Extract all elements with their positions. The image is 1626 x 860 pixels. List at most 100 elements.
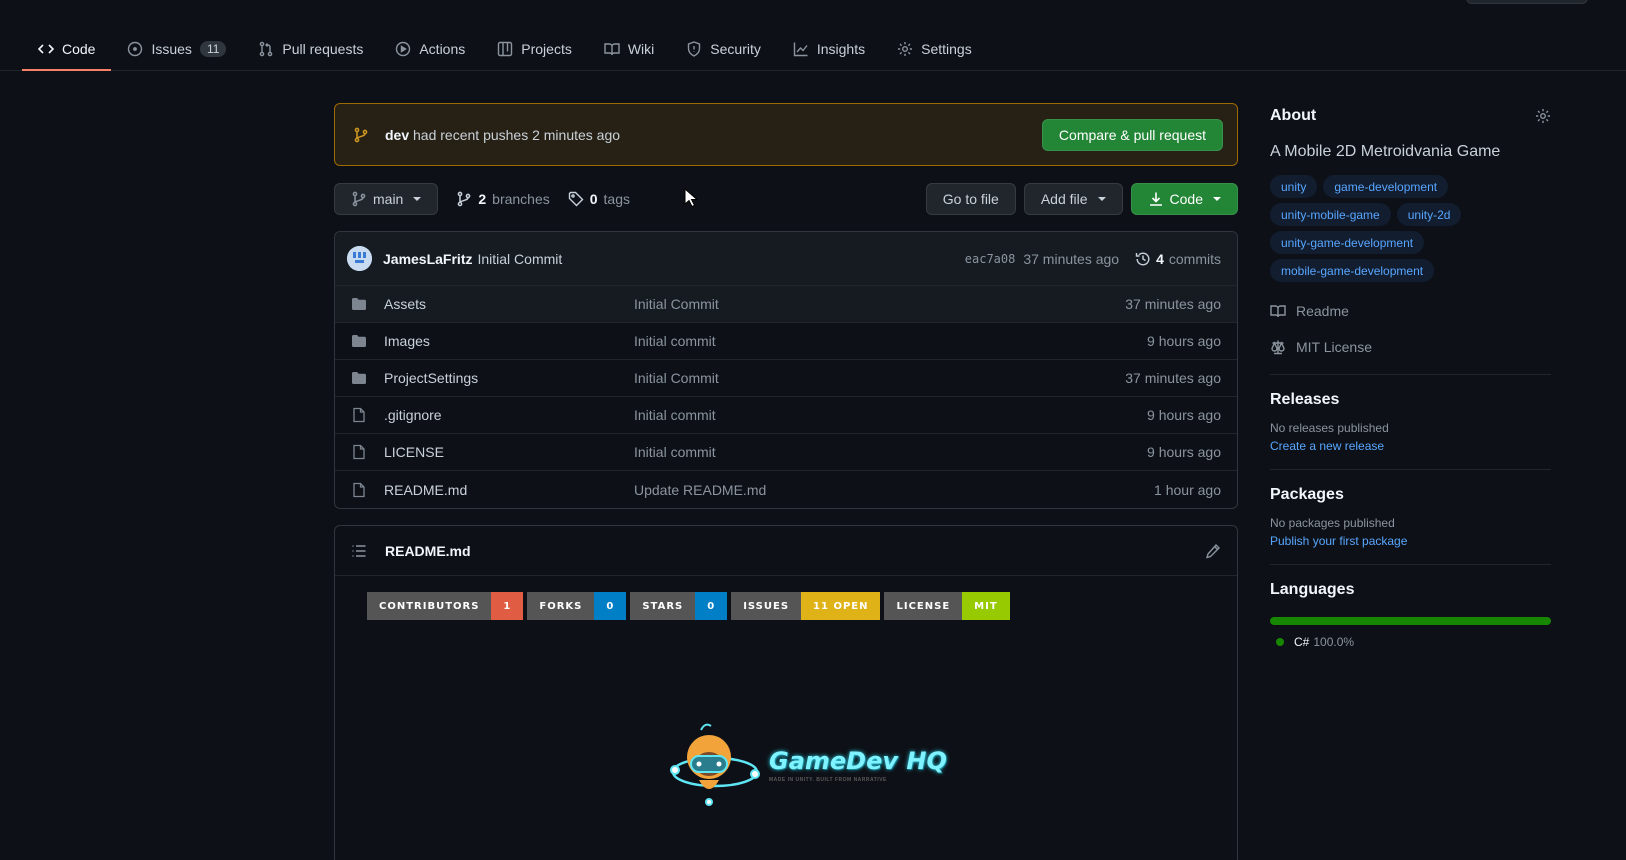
badge-contributors[interactable]: CONTRIBUTORS 1 xyxy=(367,592,524,620)
topic-tag[interactable]: unity-mobile-game xyxy=(1270,203,1391,226)
tab-actions[interactable]: Actions xyxy=(379,28,481,70)
badge-value: 11 OPEN xyxy=(801,592,881,620)
topic-tag[interactable]: unity-2d xyxy=(1396,203,1462,226)
file-age: 9 hours ago xyxy=(1147,333,1221,349)
avatar[interactable] xyxy=(347,246,372,271)
readme-header: README.md xyxy=(335,526,1237,576)
pencil-icon[interactable] xyxy=(1205,543,1221,559)
file-row[interactable]: Images Initial commit 9 hours ago xyxy=(335,323,1237,360)
book-icon xyxy=(1270,303,1286,319)
push-message: dev had recent pushes 2 minutes ago xyxy=(385,127,620,143)
file-name[interactable]: README.md xyxy=(384,482,634,498)
add-file-button[interactable]: Add file xyxy=(1023,183,1123,215)
file-icon xyxy=(351,444,367,460)
tab-wiki[interactable]: Wiki xyxy=(588,28,670,70)
repo-nav: Code Issues 11 Pull requests Actions Pro… xyxy=(0,28,1626,71)
file-name[interactable]: Assets xyxy=(384,296,634,312)
language-item[interactable]: C# 100.0% xyxy=(1276,635,1551,649)
file-age: 37 minutes ago xyxy=(1125,296,1221,312)
code-dropdown-button[interactable]: Code xyxy=(1130,183,1238,215)
book-icon xyxy=(604,41,620,57)
law-icon xyxy=(1270,339,1286,355)
tab-label: Issues xyxy=(151,41,192,57)
tab-pull-requests[interactable]: Pull requests xyxy=(242,28,379,70)
badge-issues[interactable]: ISSUES 11 OPEN xyxy=(731,592,881,620)
commits-link[interactable]: 4 commits xyxy=(1135,251,1221,267)
folder-icon xyxy=(351,370,367,386)
tags-link[interactable]: 0 tags xyxy=(568,191,630,207)
topic-tag[interactable]: unity xyxy=(1270,175,1318,198)
topic-tag[interactable]: game-development xyxy=(1323,175,1449,198)
list-icon[interactable] xyxy=(351,543,367,559)
badge-key: STARS xyxy=(630,592,696,620)
badge-stars[interactable]: STARS 0 xyxy=(630,592,728,620)
tab-label: Insights xyxy=(816,41,866,57)
license-link[interactable]: MIT License xyxy=(1270,336,1551,358)
readme-panel: README.md CONTRIBUTORS 1 FORKS 0 STARS 0… xyxy=(334,525,1238,860)
topic-tag[interactable]: unity-game-development xyxy=(1270,231,1425,254)
chevron-down-icon xyxy=(1213,197,1221,201)
push-message-text: had recent pushes 2 minutes ago xyxy=(413,126,621,143)
commit-author[interactable]: JamesLaFritz xyxy=(383,251,472,267)
file-commit-message[interactable]: Initial Commit xyxy=(634,370,719,386)
badge-value: 1 xyxy=(491,592,524,620)
file-commit-message[interactable]: Initial commit xyxy=(634,444,716,460)
language-percent: 100.0% xyxy=(1313,635,1355,649)
create-release-link[interactable]: Create a new release xyxy=(1270,439,1551,453)
file-row[interactable]: ProjectSettings Initial Commit 37 minute… xyxy=(335,360,1237,397)
file-commit-message[interactable]: Initial commit xyxy=(634,407,716,423)
releases-heading[interactable]: Releases xyxy=(1270,391,1551,409)
readme-link[interactable]: Readme xyxy=(1270,300,1551,322)
file-name[interactable]: LICENSE xyxy=(384,444,634,460)
commit-message[interactable]: Initial Commit xyxy=(477,251,562,267)
releases-empty-text: No releases published xyxy=(1270,421,1389,435)
languages-heading: Languages xyxy=(1270,581,1355,598)
file-name[interactable]: Images xyxy=(384,333,634,349)
branches-link[interactable]: 2 branches xyxy=(456,191,550,207)
compare-pull-request-button[interactable]: Compare & pull request xyxy=(1041,118,1223,151)
publish-package-link[interactable]: Publish your first package xyxy=(1270,534,1551,548)
file-row[interactable]: .gitignore Initial commit 9 hours ago xyxy=(335,397,1237,434)
file-icon xyxy=(351,407,367,423)
file-row[interactable]: README.md Update README.md 1 hour ago xyxy=(335,471,1237,508)
file-age: 9 hours ago xyxy=(1147,444,1221,460)
file-name[interactable]: .gitignore xyxy=(384,407,634,423)
go-to-file-button[interactable]: Go to file xyxy=(925,183,1016,215)
file-name[interactable]: ProjectSettings xyxy=(384,370,634,386)
page-header-strip xyxy=(0,0,1626,8)
topic-tag[interactable]: mobile-game-development xyxy=(1270,259,1435,282)
header-action-button[interactable] xyxy=(1466,0,1588,4)
file-commit-message[interactable]: Update README.md xyxy=(634,482,766,498)
language-name: C# xyxy=(1294,635,1310,649)
tab-label: Pull requests xyxy=(282,41,364,57)
badge-value: MIT xyxy=(962,592,1010,620)
file-row[interactable]: Assets Initial Commit 37 minutes ago xyxy=(335,286,1237,323)
branches-count: 2 xyxy=(478,191,487,207)
packages-heading[interactable]: Packages xyxy=(1270,486,1551,504)
badge-forks[interactable]: FORKS 0 xyxy=(527,592,627,620)
tab-settings[interactable]: Settings xyxy=(881,28,988,70)
tab-issues[interactable]: Issues 11 xyxy=(111,28,242,70)
download-icon xyxy=(1148,191,1164,207)
tab-security[interactable]: Security xyxy=(670,28,777,70)
gear-icon[interactable] xyxy=(1535,108,1551,124)
language-bar xyxy=(1270,617,1551,625)
push-branch-name[interactable]: dev xyxy=(385,127,409,143)
repo-sidebar: About A Mobile 2D Metroidvania Game unit… xyxy=(1270,103,1551,649)
file-commit-message[interactable]: Initial Commit xyxy=(634,296,719,312)
divider xyxy=(1270,564,1551,565)
file-commit-message[interactable]: Initial commit xyxy=(634,333,716,349)
tab-insights[interactable]: Insights xyxy=(777,28,881,70)
commit-sha[interactable]: eac7a08 xyxy=(965,252,1016,266)
badge-license[interactable]: LICENSE MIT xyxy=(884,592,1010,620)
main-column: dev had recent pushes 2 minutes ago Comp… xyxy=(334,103,1238,860)
branch-select-button[interactable]: main xyxy=(334,183,439,215)
latest-commit-row: JamesLaFritz Initial Commit eac7a08 37 m… xyxy=(335,232,1237,286)
branch-icon xyxy=(353,127,369,143)
topic-list: unity game-development unity-mobile-game… xyxy=(1270,175,1551,282)
tab-projects[interactable]: Projects xyxy=(481,28,588,70)
file-row[interactable]: LICENSE Initial commit 9 hours ago xyxy=(335,434,1237,471)
table-icon xyxy=(497,41,513,57)
tab-code[interactable]: Code xyxy=(22,28,112,71)
readme-title[interactable]: README.md xyxy=(385,543,471,559)
